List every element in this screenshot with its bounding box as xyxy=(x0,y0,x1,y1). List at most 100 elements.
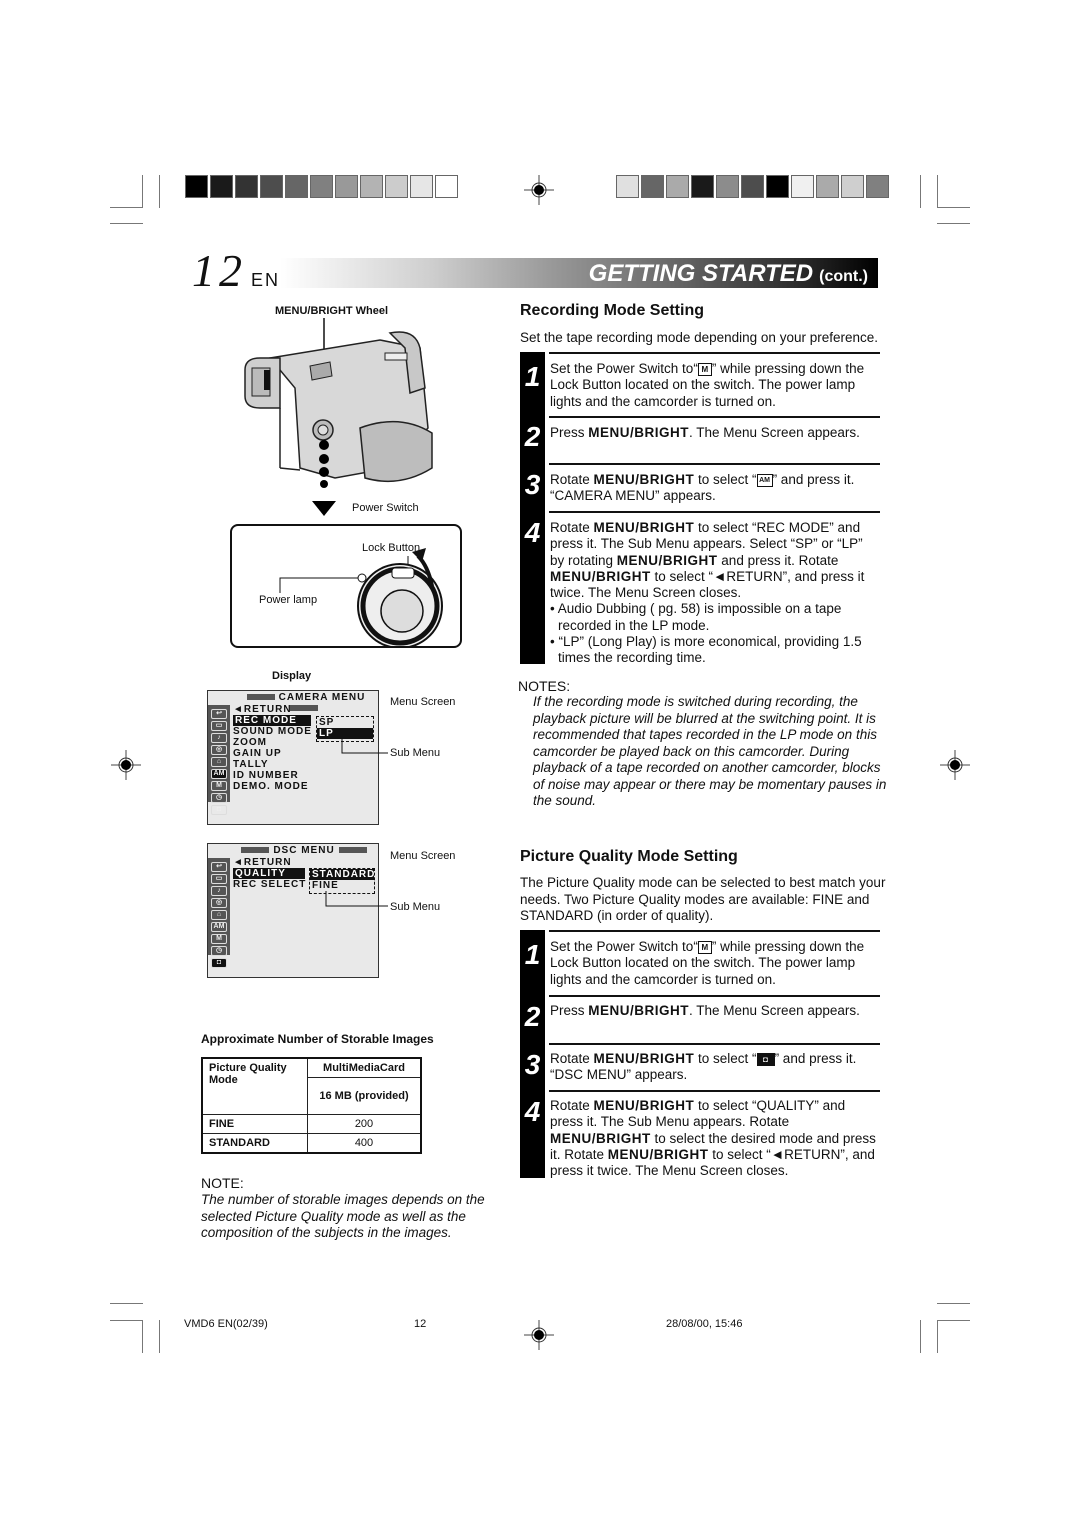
color-bar-left xyxy=(185,175,458,198)
table-cell-mode: STANDARD xyxy=(201,1133,308,1154)
menu-item-id-number[interactable]: ID NUMBER xyxy=(233,770,299,781)
sound-icon: ♪ xyxy=(211,886,227,896)
color-swatch xyxy=(641,175,664,198)
crop-mark xyxy=(937,1320,970,1321)
color-swatch xyxy=(616,175,639,198)
color-swatch xyxy=(185,175,208,198)
sub-menu-pointer-line xyxy=(325,891,388,907)
color-swatch xyxy=(435,175,458,198)
notes-body: If the recording mode is switched during… xyxy=(533,694,887,808)
table-row: STANDARD 400 xyxy=(201,1133,422,1154)
sub-menu-label: Sub Menu xyxy=(390,901,441,913)
step-divider xyxy=(549,1043,880,1045)
table-cell-value: 400 xyxy=(307,1133,422,1154)
step-divider xyxy=(549,416,880,418)
crop-mark xyxy=(937,1303,970,1304)
menu-item-gain-up[interactable]: GAIN UP xyxy=(233,748,282,759)
menu-screen-label: Menu Screen xyxy=(390,850,456,862)
color-swatch xyxy=(210,175,233,198)
menu-item-sound-mode[interactable]: SOUND MODE xyxy=(233,726,312,737)
table-cell-value: 200 xyxy=(307,1114,422,1134)
language-code: EN xyxy=(251,270,281,290)
step-4-text: Rotate MENU/BRIGHT to select “QUALITY” a… xyxy=(550,1098,876,1179)
header-capacity: 16 MB (provided) xyxy=(307,1077,422,1115)
footer-page-number: 12 xyxy=(414,1318,427,1330)
menu-item-return[interactable]: ◄RETURN xyxy=(233,704,292,715)
step-divider xyxy=(549,463,880,465)
section-title-suffix: (cont.) xyxy=(819,268,868,285)
color-swatch xyxy=(716,175,739,198)
crop-mark xyxy=(937,207,970,208)
menu-icon-strip: ↩ ▭ ♪ ◎ ⌂ AM M ◷ ◘ xyxy=(208,858,230,968)
system-icon: ⌂ xyxy=(211,910,227,920)
color-swatch xyxy=(841,175,864,198)
playback-icon: ▭ xyxy=(211,721,227,731)
picture-quality-title: Picture Quality Mode Setting xyxy=(520,848,738,865)
table-row: FINE 200 xyxy=(201,1114,422,1134)
crop-mark xyxy=(110,1320,143,1321)
step-number: 1 xyxy=(524,939,541,970)
page-number: 12 xyxy=(192,245,246,296)
menu-item-tally[interactable]: TALLY xyxy=(233,759,269,770)
camera-menu-title-text: CAMERA MENU xyxy=(278,692,366,703)
recording-mode-intro: Set the tape recording mode depending on… xyxy=(520,330,878,345)
manual-icon: M xyxy=(211,781,227,791)
table-cell-mode: FINE xyxy=(201,1114,308,1134)
crop-mark xyxy=(937,1320,938,1353)
header-multimediacard: MultiMediaCard xyxy=(307,1057,422,1078)
menu-screen-label: Menu Screen xyxy=(390,696,456,708)
registration-mark-icon xyxy=(111,750,141,780)
crop-mark xyxy=(159,175,160,208)
step-2-text: Press MENU/BRIGHT. The Menu Screen appea… xyxy=(550,425,860,440)
color-swatch xyxy=(235,175,258,198)
storable-images-table: Picture Quality Mode MultiMediaCard 16 M… xyxy=(201,1057,422,1154)
color-swatch xyxy=(360,175,383,198)
step-1-text: Set the Power Switch to“ M” while pressin… xyxy=(550,939,865,987)
submenu-option-sp[interactable]: SP xyxy=(317,717,373,728)
color-swatch xyxy=(260,175,283,198)
step-number: 4 xyxy=(524,1096,541,1127)
return-icon: ↩ xyxy=(211,862,227,872)
menu-item-zoom[interactable]: ZOOM xyxy=(233,737,267,748)
registration-mark-icon xyxy=(940,750,970,780)
color-swatch xyxy=(691,175,714,198)
notes-heading: NOTES: xyxy=(518,678,571,694)
note-heading: NOTE: xyxy=(201,1175,244,1191)
color-swatch xyxy=(385,175,408,198)
recording-mode-title: Recording Mode Setting xyxy=(520,302,704,319)
step-number: 2 xyxy=(524,421,541,452)
color-swatch xyxy=(816,175,839,198)
return-icon: ↩ xyxy=(211,709,227,719)
step-3-text: Rotate MENU/BRIGHT to select “AM” and pr… xyxy=(550,472,855,504)
menu-item-return[interactable]: ◄RETURN xyxy=(233,857,292,868)
sound-icon: ♪ xyxy=(211,733,227,743)
crop-mark xyxy=(110,1303,143,1304)
menu-bright-wheel-label: MENU/BRIGHT Wheel xyxy=(275,305,389,317)
step-divider xyxy=(549,995,880,997)
submenu-option-standard[interactable]: STANDARD xyxy=(310,869,374,880)
bullet-lp-economical: • “LP” (Long Play) is more economical, p… xyxy=(550,634,862,666)
color-swatch xyxy=(741,175,764,198)
color-bar-right xyxy=(616,175,889,198)
crop-mark xyxy=(159,1320,160,1353)
step-number: 3 xyxy=(524,1049,541,1080)
footer-datetime: 28/08/00, 15:46 xyxy=(666,1318,743,1330)
color-swatch xyxy=(285,175,308,198)
menu-item-demo-mode[interactable]: DEMO. MODE xyxy=(233,781,309,792)
header-picture-quality-mode: Picture Quality Mode xyxy=(201,1057,308,1115)
manual-icon: M xyxy=(211,934,227,944)
dsc-camera-icon: ◘ xyxy=(211,958,227,968)
menu-item-quality[interactable]: QUALITY xyxy=(233,868,305,879)
dsc-menu-title: DSC MENU xyxy=(230,845,378,856)
sub-menu-pointer-line xyxy=(341,738,388,754)
menu-item-rec-mode[interactable]: REC MODE xyxy=(233,715,311,726)
submenu-option-fine[interactable]: FINE xyxy=(310,880,374,891)
menu-item-rec-select[interactable]: REC SELECT xyxy=(233,879,306,890)
crop-mark xyxy=(142,1320,143,1353)
crop-mark xyxy=(110,207,143,208)
camera-menu-icon: AM xyxy=(211,922,227,932)
camcorder-illustration xyxy=(244,318,433,516)
crop-mark xyxy=(920,1320,921,1353)
color-swatch xyxy=(310,175,333,198)
step-number: 1 xyxy=(524,361,541,392)
